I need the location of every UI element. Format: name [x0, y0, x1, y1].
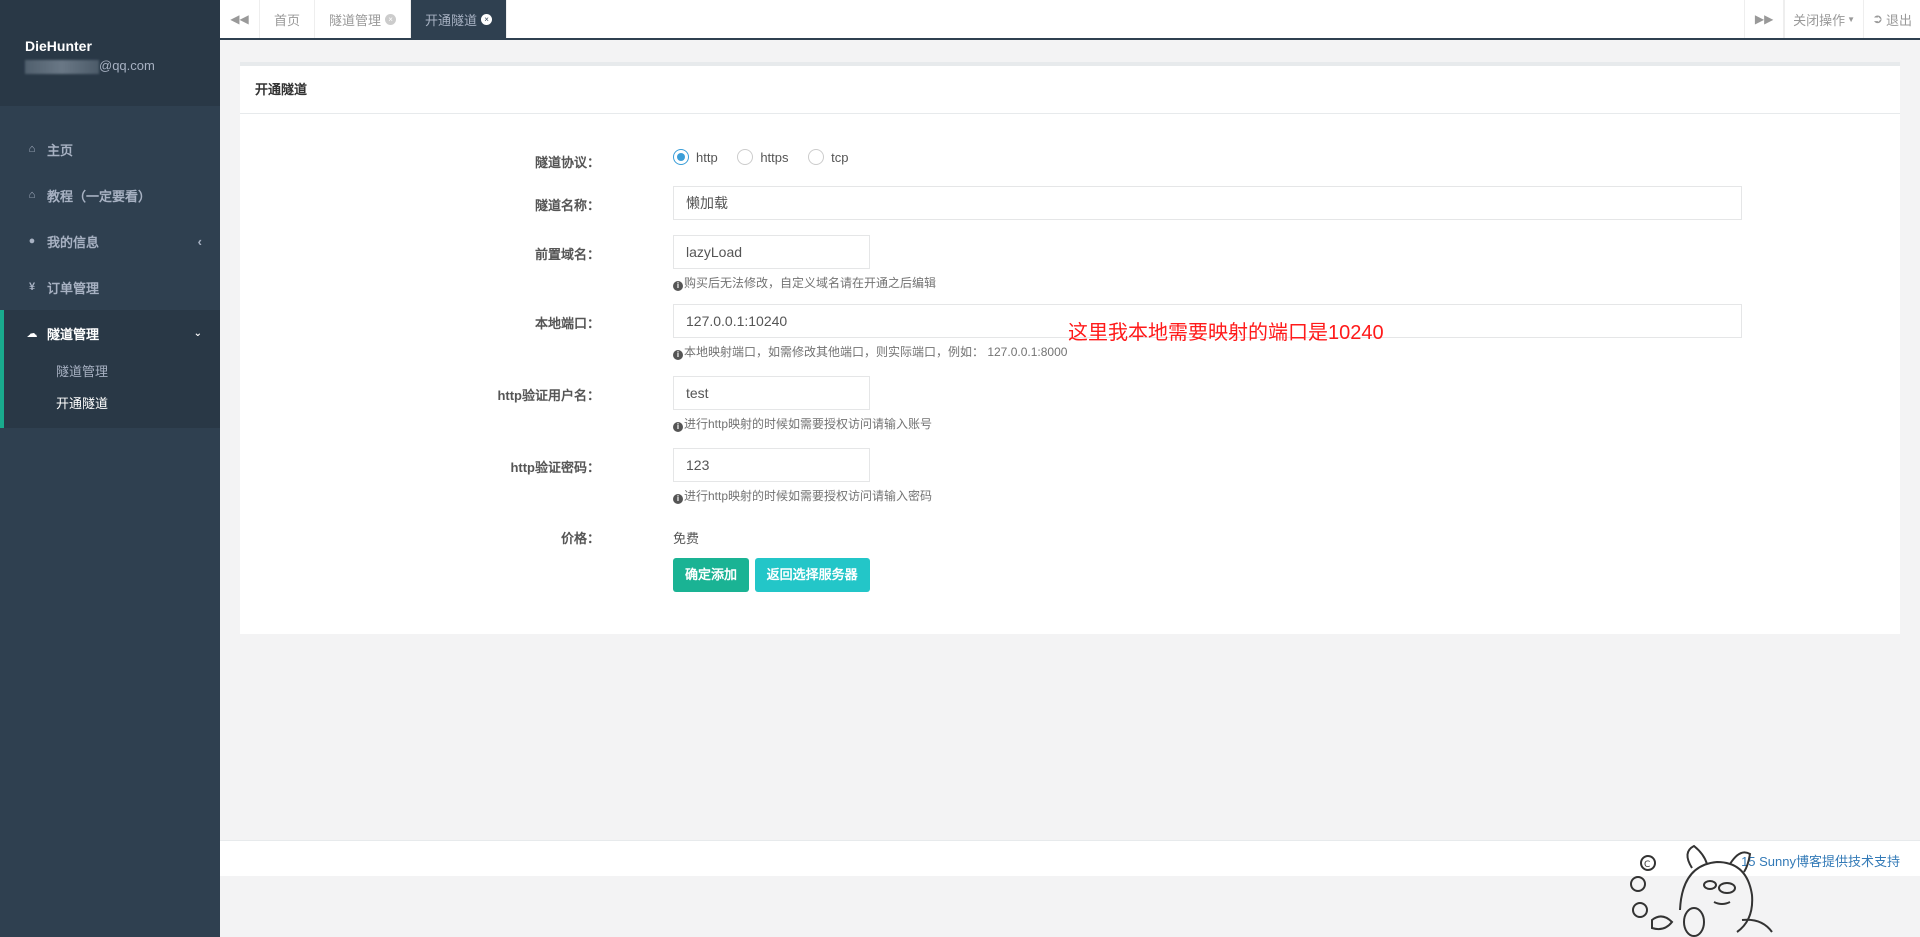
tunnel-name-label: 隧道名称： — [534, 198, 600, 213]
http-user-help: i 进行http映射的时候如需要授权访问请输入账号 — [673, 415, 932, 432]
info-icon: i — [673, 350, 683, 360]
domain-help: i 购买后无法修改，自定义域名请在开通之后编辑 — [673, 274, 936, 291]
svg-text:C: C — [1644, 860, 1650, 870]
username[interactable]: DieHunter — [25, 38, 220, 54]
sidebar-group-tunnel: ☁ 隧道管理 ⌄ 隧道管理 开通隧道 — [0, 310, 220, 428]
info-icon: i — [673, 281, 683, 291]
http-password-input[interactable]: 123 — [673, 448, 870, 482]
port-help: i 本地映射端口，如需修改其他端口，则实际端口，例如： 127.0.0.1:800… — [673, 343, 1067, 360]
open-tunnel-panel: 开通隧道 隧道协议： http https tcp 隧道名称： 懒加载 前置域名… — [240, 62, 1900, 634]
email-redacted — [25, 59, 99, 74]
sidebar-subitem-tunnel-manage[interactable]: 隧道管理 — [4, 356, 220, 388]
tab-home[interactable]: 首页 — [260, 0, 316, 38]
radio-label: tcp — [831, 149, 849, 165]
sidebar: DieHunter @qq.com ⌂ 主页 ⌂ 教程（一定要看） ● 我的信息… — [0, 0, 220, 937]
http-password-help: i 进行http映射的时候如需要授权访问请输入密码 — [673, 487, 932, 504]
http-password-label: http验证密码： — [510, 460, 600, 475]
help-text: 购买后无法修改，自定义域名请在开通之后编辑 — [684, 276, 937, 290]
annotation-note: 这里我本地需要映射的端口是10240 — [1068, 322, 1384, 344]
price-label: 价格： — [560, 531, 600, 546]
http-user-input[interactable]: test — [673, 376, 870, 410]
sidebar-item-tunnel[interactable]: ☁ 隧道管理 ⌄ — [4, 310, 220, 356]
logout-icon: ➲ — [1872, 11, 1883, 26]
protocol-radio-http[interactable]: http — [673, 149, 718, 165]
price-value: 免费 — [673, 531, 700, 546]
close-operations-dropdown[interactable]: 关闭操作 ▼ — [1784, 0, 1863, 38]
tab-bar: ◀◀ 首页 隧道管理 × 开通隧道 × ▶▶ 关闭操作 ▼ ➲ 退出 — [220, 0, 1920, 40]
close-icon[interactable]: × — [385, 13, 397, 25]
sidebar-item-label: 我的信息 — [47, 234, 100, 250]
topbar-right: ▶▶ 关闭操作 ▼ ➲ 退出 — [1744, 0, 1920, 38]
chevron-left-icon: ‹ — [197, 233, 202, 249]
sidebar-item-orders[interactable]: ¥ 订单管理 — [0, 264, 220, 310]
local-port-label: 本地端口： — [534, 316, 600, 331]
home-icon: ⌂ — [28, 189, 36, 201]
email-suffix: @qq.com — [99, 58, 155, 73]
info-icon: i — [673, 422, 683, 432]
help-text: 进行http映射的时候如需要授权访问请输入密码 — [684, 489, 933, 503]
tab-label: 首页 — [274, 12, 301, 28]
radio-unchecked-icon — [737, 149, 754, 165]
radio-unchecked-icon — [808, 149, 825, 165]
sidebar-item-home[interactable]: ⌂ 主页 — [0, 126, 220, 172]
sidebar-item-label: 主页 — [47, 142, 74, 158]
sidebar-item-label: 订单管理 — [47, 280, 100, 296]
logout-button[interactable]: ➲ 退出 — [1863, 0, 1920, 38]
user-email: @qq.com — [25, 58, 220, 74]
panel-title: 开通隧道 — [240, 66, 1900, 114]
http-user-label: http验证用户名： — [497, 388, 600, 403]
info-icon: i — [673, 494, 683, 504]
sidebar-item-my-info[interactable]: ● 我的信息 ‹ — [0, 218, 220, 264]
cloud-icon: ☁ — [26, 327, 38, 340]
protocol-radio-group: http https tcp — [673, 149, 864, 168]
mascot-illustration: C — [1630, 844, 1773, 937]
tab-scroll-left-button[interactable]: ◀◀ — [220, 0, 260, 38]
back-to-server-button[interactable]: 返回选择服务器 — [754, 558, 870, 592]
chevron-down-icon: ⌄ — [193, 327, 202, 339]
user-icon: ● — [28, 235, 36, 247]
logout-label: 退出 — [1885, 12, 1912, 28]
caret-down-icon: ▼ — [1847, 14, 1856, 24]
close-icon[interactable]: × — [481, 13, 493, 25]
profile: DieHunter @qq.com — [0, 0, 220, 106]
close-ops-label: 关闭操作 — [1793, 12, 1846, 28]
sidebar-item-label: 教程（一定要看） — [47, 188, 152, 204]
help-text: 本地映射端口，如需修改其他端口，则实际端口，例如： 127.0.0.1:8000 — [684, 345, 1068, 359]
form-actions: 确定添加 返回选择服务器 — [673, 558, 870, 592]
radio-checked-icon — [673, 149, 689, 165]
protocol-radio-https[interactable]: https — [737, 149, 789, 165]
help-text: 进行http映射的时候如需要授权访问请输入账号 — [684, 417, 933, 431]
tab-scroll-right-button[interactable]: ▶▶ — [1744, 0, 1785, 38]
protocol-label: 隧道协议： — [534, 155, 600, 170]
protocol-radio-tcp[interactable]: tcp — [808, 149, 848, 165]
radio-label: https — [760, 149, 789, 165]
sidebar-item-tutorial[interactable]: ⌂ 教程（一定要看） — [0, 172, 220, 218]
tab-label: 隧道管理 — [329, 12, 382, 28]
tunnel-name-input[interactable]: 懒加载 — [673, 186, 1742, 220]
home-icon: ⌂ — [28, 143, 36, 155]
tab-open-tunnel[interactable]: 开通隧道 × — [411, 0, 508, 38]
sidebar-subitem-open-tunnel[interactable]: 开通隧道 — [4, 388, 220, 428]
sidebar-item-label: 隧道管理 — [47, 326, 100, 342]
confirm-add-button[interactable]: 确定添加 — [673, 558, 750, 592]
domain-label: 前置域名： — [534, 247, 600, 262]
domain-input[interactable]: lazyLoad — [673, 235, 870, 269]
tab-tunnel-manage[interactable]: 隧道管理 × — [315, 0, 412, 38]
tab-label: 开通隧道 — [425, 12, 478, 28]
radio-label: http — [696, 149, 718, 165]
yen-icon: ¥ — [28, 281, 36, 293]
